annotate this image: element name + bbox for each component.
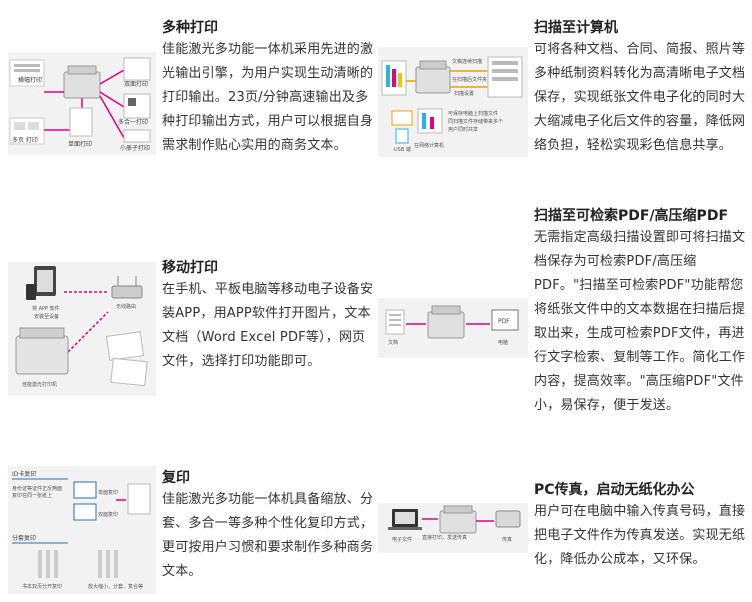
label-usb: USB 端 [394,146,411,153]
feature-title: PC传真，启动无纸化办公 [534,482,695,498]
label-computer: 电脑 [498,339,508,346]
label-e-file: 电子文件 [392,536,412,543]
feature-body: 佳能激光多功能一体机采用先进的激光输出引擎，为用户实现生动清晰的打印输出。23页… [162,42,374,153]
label-zoom-collate: 放大缩小、分套、复合等 [88,583,143,590]
scan-to-pc-image: 文稿连续扫描 在扫描后文件夹 扫描设置 USB 端 在网络计算机 可保存电脑上扫… [378,47,528,157]
label-fax: 传真 [502,536,512,543]
feature-mobile-print: 移动打印 在手机、平板电脑等移动电子设备安装APP，用APP软件打开图片，文本文… [162,258,378,374]
label-share-multi: 同扫描文件存储带来多个 [448,118,503,125]
feature-body: 可将各种文档、合同、简报、照片等多种纸制资料转化为高清晰电子文档保存，实现纸张文… [534,42,746,153]
label-scan-folder: 在扫描后文件夹 [452,76,487,83]
label-scan-settings: 扫描设置 [454,90,474,97]
feature-title: 移动打印 [162,260,218,276]
feature-title: 多种打印 [162,20,218,36]
mobile-print-image: 将 APP 软件 安装至设备 无线路由 佳能激光打印机 [8,262,156,396]
label-router: 无线路由 [116,303,136,310]
feature-scan-to-pc: 扫描至计算机 可将各种文档、合同、简报、照片等多种纸制资料转化为高清晰电子文档保… [534,18,746,158]
copy-image: ID卡复印 身份证等证件正反两面 复印在同一张纸上 单面复印 双面复印 分套复印… [8,466,156,594]
label-to-device: 安装至设备 [34,313,59,320]
label-collate: 分套复印 [12,534,36,542]
feature-body: 无需指定高级扫描设置即可将扫描文档保存为可检索PDF/高压缩PDF。"扫描至可检… [534,230,746,413]
label-id-same-page: 复印在同一张纸上 [12,492,52,499]
label-banner-print: 横幅打印 [18,76,42,84]
label-duplex-copy: 双面复印 [98,511,118,518]
label-pdf: PDF [498,318,510,325]
label-continuous-scan: 文稿连续扫描 [452,58,482,65]
label-canon-printer: 佳能激光打印机 [22,381,57,388]
feature-title: 复印 [162,470,190,486]
label-share-users: 用户同时共享 [448,126,478,133]
label-save-pc: 可保存电脑上扫描文件 [448,110,498,117]
label-two-in-one: 多合一打印 [118,118,148,126]
label-book-copy: 书本双页分开复印 [22,583,62,590]
label-install-app: 将 APP 软件 [32,305,60,312]
feature-body: 佳能激光多功能一体机具备缩放、分套、多合一等多种个性化复印方式，更可按用户习惯和… [162,492,374,579]
label-single-copy: 单面复印 [98,489,118,496]
feature-scan-to-pdf: 扫描至可检索PDF/高压缩PDF 无需指定高级扫描设置即可将扫描文档保存为可检索… [534,206,748,418]
feature-title: 扫描至可检索PDF/高压缩PDF [534,208,729,224]
label-id-both-sides: 身份证等证件正反两面 [12,485,62,492]
feature-copy: 复印 佳能激光多功能一体机具备缩放、分套、多合一等多种个性化复印方式，更可按用户… [162,468,378,584]
label-document: 文档 [388,339,398,346]
feature-body: 用户可在电脑中输入传真号码，直接把电子文件作为传真发送。实现无纸化，降低办公成本… [534,504,746,567]
label-single-side: 单面打印 [68,140,92,148]
scan-pdf-image: 文档 PDF 电脑 [378,298,528,358]
feature-title: 扫描至计算机 [534,20,618,36]
label-booklet: 小册子打印 [120,144,150,152]
label-network-pc: 在网络计算机 [414,142,444,149]
label-multipage-print: 多页 打印 [12,136,38,144]
label-direct-fax: 直接打印，发送传真 [422,534,467,541]
feature-pc-fax: PC传真，启动无纸化办公 用户可在电脑中输入传真号码，直接把电子文件作为传真发送… [534,480,748,572]
feature-body: 在手机、平板电脑等移动电子设备安装APP，用APP软件打开图片，文本文档（Wor… [162,282,374,369]
label-duplex: 双面打印 [124,80,148,88]
multi-print-image: 横幅打印 多页 打印 单面打印 双面打印 多合一打印 小册子打印 [8,52,156,155]
label-id-copy: ID卡复印 [12,470,36,478]
pc-fax-image: 电子文件 直接打印，发送传真 传真 [378,503,528,553]
feature-multi-print: 多种打印 佳能激光多功能一体机采用先进的激光输出引擎，为用户实现生动清晰的打印输… [162,18,378,158]
